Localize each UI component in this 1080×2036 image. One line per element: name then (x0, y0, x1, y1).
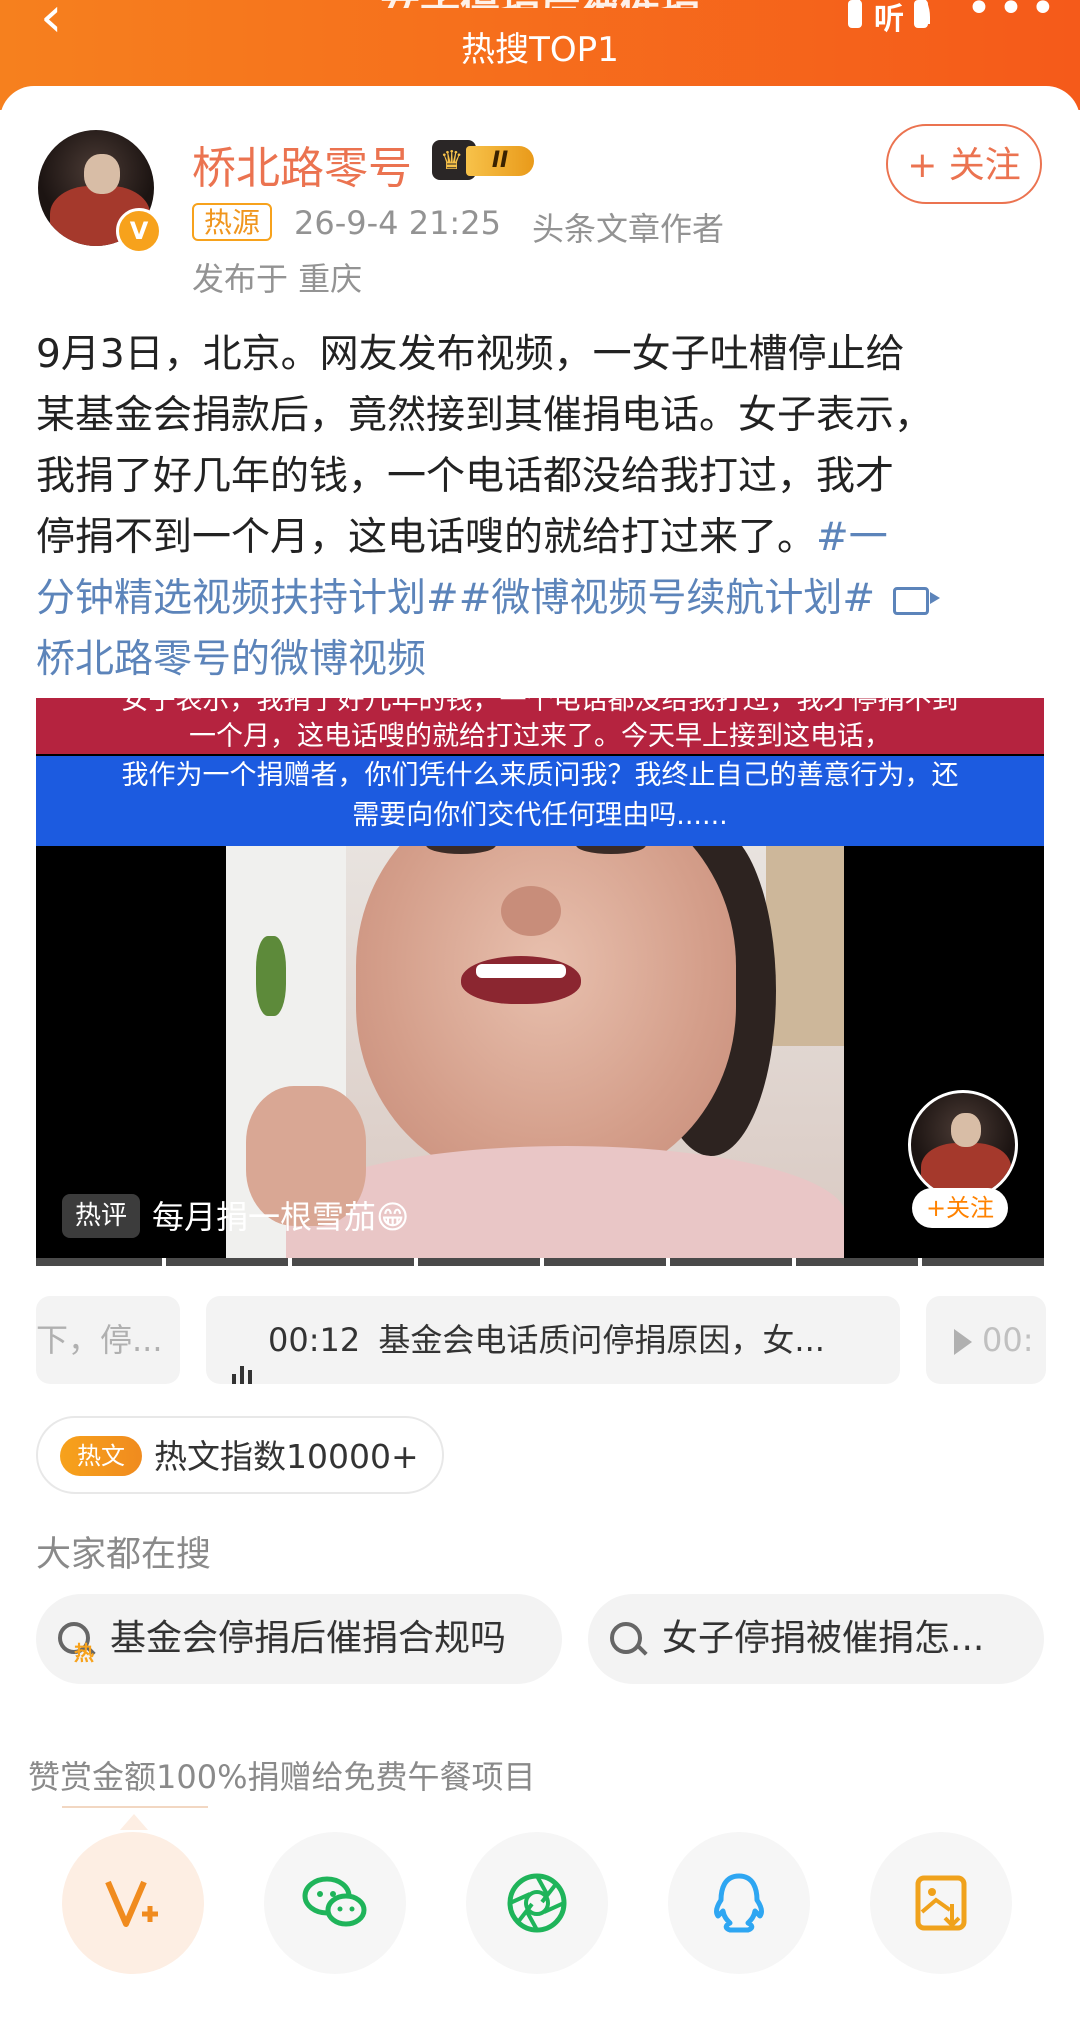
audio-bars-icon (232, 1298, 256, 1384)
hot-comment-tag: 热评 (62, 1194, 140, 1238)
save-image-button[interactable] (870, 1832, 1012, 1974)
save-image-icon (915, 1875, 967, 1931)
video-author-avatar[interactable] (908, 1090, 1018, 1200)
hot-index-pill[interactable]: 热文 热文指数10000+ (36, 1416, 444, 1494)
verified-badge-icon: V (116, 208, 162, 254)
reward-button[interactable] (62, 1832, 204, 1974)
reward-v-plus-icon (105, 1880, 158, 1927)
search-suggestion[interactable]: 热 基金会停捐后催捐合规吗 (36, 1594, 562, 1684)
more-options-icon[interactable]: ••• (966, 0, 1062, 31)
search-icon (610, 1622, 642, 1654)
chapter-time: 00:12 (268, 1321, 361, 1359)
video-camera-icon (893, 586, 941, 615)
video-subtitle-red: 女子表示，我捐了好几年的钱，一个电话都没给我打过，我才停捐不到 一个月，这电话嗖… (36, 698, 1044, 754)
moments-icon (507, 1873, 567, 1933)
listen-label: 听 (874, 2, 904, 37)
post-datetime: 26-9-4 21:25 (294, 204, 501, 242)
qq-icon (714, 1873, 764, 1933)
play-icon (954, 1329, 972, 1355)
hot-index-label: 热文指数10000+ (154, 1437, 419, 1476)
share-qq-button[interactable] (668, 1832, 810, 1974)
share-wechat-button[interactable] (264, 1832, 406, 1974)
chapter-title: 基金会电话质问停捐原因，女... (378, 1321, 825, 1359)
hot-mini-icon: 热 (74, 1641, 94, 1665)
post-body: 9月3日，北京。网友发布视频，一女子吐槽停止给 某基金会捐款后，竟然接到其催捐电… (36, 324, 1046, 690)
hashtag-link[interactable]: #微博视频号续航计划# (459, 576, 875, 621)
video-subtitle-blue: 我作为一个捐赠者，你们凭什么来质问我？我终止自己的善意行为，还 需要向你们交代任… (36, 756, 1044, 846)
follow-button[interactable]: + 关注 (886, 124, 1042, 204)
hot-comment-text[interactable]: 每月捐一根雪茄😁 (152, 1192, 409, 1238)
listen-button[interactable]: 听 (848, 0, 930, 37)
share-moments-button[interactable] (466, 1832, 608, 1974)
hot-source-tag: 热源 (192, 203, 273, 241)
member-level-badge[interactable]: ♛ II (432, 140, 540, 180)
hashtag-link[interactable]: #一 (816, 515, 888, 560)
video-player[interactable]: 女子表示，我捐了好几年的钱，一个电话都没给我打过，我才停捐不到 一个月，这电话嗖… (36, 698, 1044, 1258)
body-line: 某基金会捐款后，竟然接到其催捐电话。女子表示， (36, 393, 934, 438)
hot-article-badge: 热文 (60, 1436, 142, 1476)
post-location: 发布于 重庆 (192, 260, 363, 298)
video-source-link[interactable]: 桥北路零号的微博视频 (36, 637, 426, 682)
author-name[interactable]: 桥北路零号 (192, 132, 412, 196)
wechat-icon (302, 1876, 367, 1927)
body-line: 停捐不到一个月，这电话嗖的就给打过来了。 (36, 515, 817, 560)
body-line: 我捐了好几年的钱，一个电话都没给我打过，我才 (36, 454, 895, 499)
video-progress-strip[interactable] (36, 1258, 1044, 1266)
reward-note: 赞赏金额100%捐赠给免费午餐项目 (28, 1758, 536, 1796)
hashtag-link[interactable]: 分钟精选视频扶持计划# (36, 576, 459, 621)
search-suggestion[interactable]: 女子停捐被催捐怎... (588, 1594, 1044, 1684)
chapter-item-active[interactable]: 00:12 基金会电话质问停捐原因，女... (206, 1296, 900, 1384)
chapter-item[interactable]: 00: (926, 1296, 1046, 1384)
body-line: 9月3日，北京。网友发布视频，一女子吐槽停止给 (36, 332, 905, 377)
trending-searches-title: 大家都在搜 (36, 1535, 212, 1575)
video-follow-button[interactable]: +关注 (912, 1188, 1008, 1228)
chapter-item[interactable]: 下，停... (36, 1296, 180, 1384)
author-title: 头条文章作者 (532, 210, 725, 248)
